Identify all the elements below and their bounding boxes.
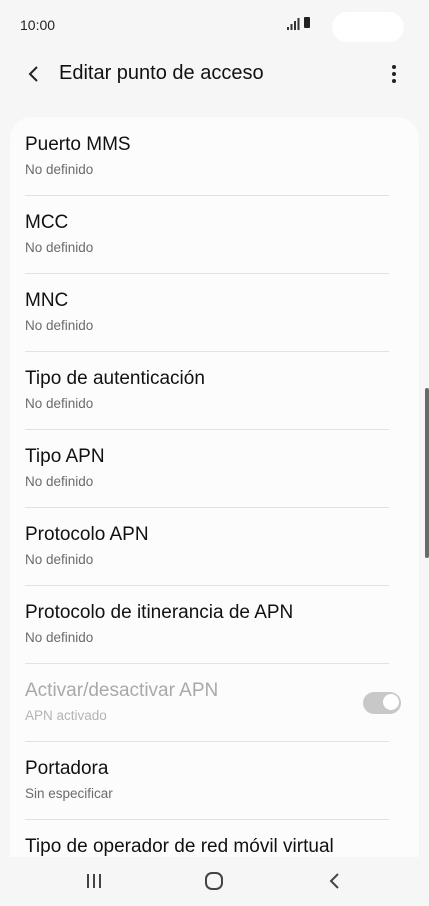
setting-value: No definido (25, 474, 94, 489)
setting-title: Tipo de operador de red móvil virtual (25, 836, 334, 857)
setting-value: No definido (25, 630, 94, 645)
app-bar: Editar punto de acceso (0, 52, 429, 97)
battery-icon (304, 17, 310, 28)
setting-title: Tipo de autenticación (25, 368, 205, 389)
scrollbar[interactable] (425, 388, 429, 558)
setting-apn-enable: Activar/desactivar APN APN activado (25, 663, 401, 742)
recent-apps-icon[interactable] (79, 869, 109, 893)
setting-value: No definido (25, 552, 94, 567)
home-icon[interactable] (199, 869, 229, 893)
setting-value: No definido (25, 396, 94, 411)
status-bar: 10:00 (0, 0, 429, 52)
page-title: Editar punto de acceso (59, 62, 264, 84)
camera-cutout (332, 12, 404, 42)
setting-apn-protocol[interactable]: Protocolo APN No definido (25, 507, 389, 586)
more-vertical-icon[interactable] (382, 62, 406, 86)
setting-mms-port[interactable]: Puerto MMS No definido (25, 117, 389, 196)
setting-auth-type[interactable]: Tipo de autenticación No definido (25, 351, 389, 430)
setting-value: APN activado (25, 708, 107, 723)
setting-title: MNC (25, 290, 69, 311)
clock: 10:00 (20, 17, 56, 33)
setting-value: No definido (25, 318, 94, 333)
setting-title: Protocolo de itinerancia de APN (25, 602, 294, 623)
settings-list: Puerto MMS No definido MCC No definido M… (10, 117, 419, 857)
setting-title: Tipo APN (25, 446, 105, 467)
setting-title: Protocolo APN (25, 524, 149, 545)
setting-value: Sin especificar (25, 786, 113, 801)
setting-mnc[interactable]: MNC No definido (25, 273, 389, 352)
setting-title: Puerto MMS (25, 134, 131, 155)
apn-toggle[interactable] (363, 692, 401, 714)
setting-title: MCC (25, 212, 69, 233)
setting-title: Activar/desactivar APN (25, 680, 219, 701)
signal-icon (287, 18, 300, 30)
setting-apn-type[interactable]: Tipo APN No definido (25, 429, 389, 508)
setting-value: No definido (25, 240, 94, 255)
setting-bearer[interactable]: Portadora Sin especificar (25, 741, 389, 820)
setting-apn-roaming-protocol[interactable]: Protocolo de itinerancia de APN No defin… (25, 585, 389, 664)
setting-value: No definido (25, 162, 94, 177)
setting-mcc[interactable]: MCC No definido (25, 195, 389, 274)
back-icon[interactable] (320, 869, 350, 893)
setting-title: Portadora (25, 758, 109, 779)
chevron-left-icon[interactable] (22, 62, 46, 86)
toggle-knob (382, 693, 400, 711)
navigation-bar (0, 857, 429, 906)
setting-mvno-type[interactable]: Tipo de operador de red móvil virtual (25, 819, 389, 857)
